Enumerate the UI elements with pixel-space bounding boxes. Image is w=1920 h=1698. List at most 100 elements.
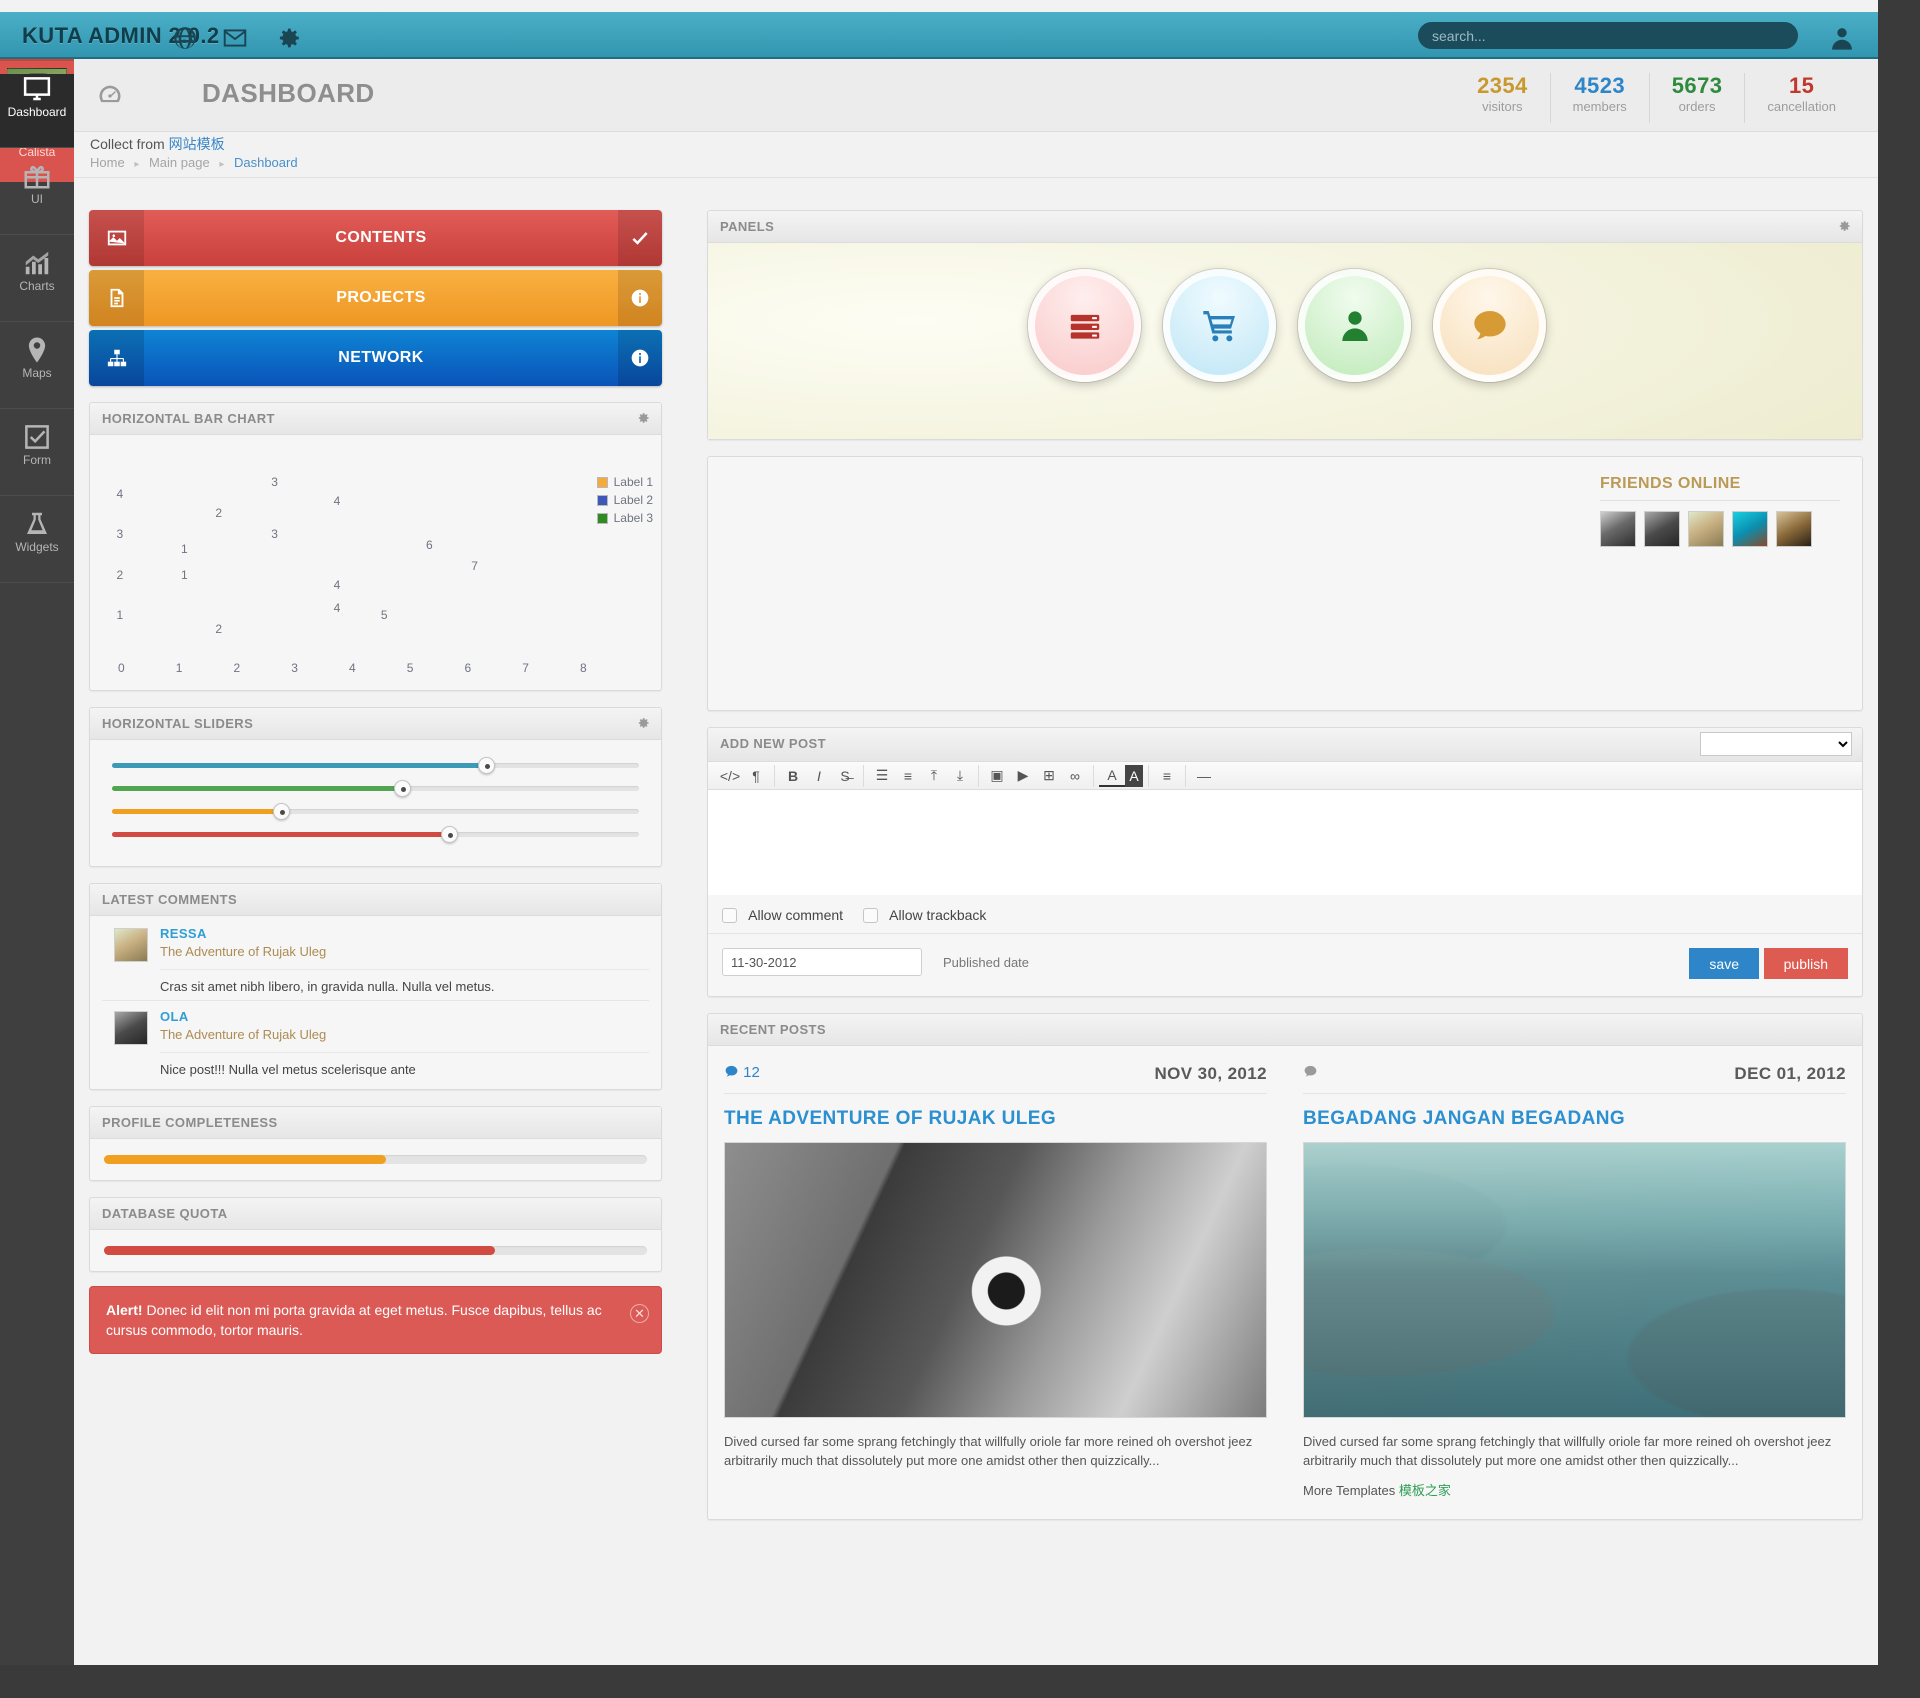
friend-thumb[interactable]	[1732, 511, 1768, 547]
friend-thumb[interactable]	[1688, 511, 1724, 547]
insert-link-button[interactable]: ∞	[1062, 765, 1088, 787]
legend-item: Label 3	[596, 511, 653, 525]
post-title[interactable]: THE ADVENTURE OF RUJAK ULEG	[724, 1108, 1267, 1130]
slider-handle[interactable]	[272, 803, 290, 820]
server-circle[interactable]	[1028, 269, 1141, 382]
monitor-icon	[22, 74, 52, 104]
chart-x-tick: 6	[464, 661, 472, 675]
sidebar-item-form[interactable]: Form	[0, 422, 74, 496]
stat-label: orders	[1678, 99, 1716, 114]
outdent-button[interactable]: ⤒	[921, 765, 947, 787]
post-more-link[interactable]: 模板之家	[1399, 1483, 1451, 1498]
mail-icon[interactable]	[222, 25, 248, 51]
stat-label: visitors	[1482, 99, 1523, 114]
sidebar-item-dashboard[interactable]: Dashboard	[0, 74, 74, 148]
sidebar-item-ui[interactable]: UI	[0, 161, 74, 235]
add-new-post-panel: ADD NEW POST UncategorizedNewsTravel </>…	[707, 727, 1863, 997]
legend-swatch	[596, 476, 608, 488]
sidebar-item-label: Maps	[22, 366, 52, 380]
contents-button[interactable]: CONTENTS	[89, 210, 662, 266]
slider-orange[interactable]	[112, 800, 639, 823]
friends-thumb-grid	[1600, 511, 1840, 547]
breadcrumb-mainpage[interactable]: Main page	[149, 155, 210, 170]
friends-online-widget: FRIENDS ONLINE	[707, 456, 1863, 711]
insert-table-button[interactable]: ⊞	[1036, 765, 1062, 787]
sidebar-item-maps[interactable]: Maps	[0, 335, 74, 409]
cart-circle[interactable]	[1163, 269, 1276, 382]
user-icon[interactable]	[1828, 24, 1856, 52]
gear-icon[interactable]	[1836, 218, 1852, 234]
chevron-right-icon: ▸	[219, 159, 225, 170]
breadcrumb-home[interactable]: Home	[90, 155, 125, 170]
post-thumbnail[interactable]	[1303, 1142, 1846, 1418]
slider-green[interactable]	[112, 777, 639, 800]
allow-trackback-checkbox[interactable]	[863, 908, 879, 923]
globe-icon[interactable]	[172, 25, 198, 51]
chart-x-tick: 7	[522, 661, 529, 675]
sidebar-item-charts[interactable]: Charts	[0, 248, 74, 322]
post-date: DEC 01, 2012	[1734, 1064, 1846, 1083]
editor-textarea[interactable]	[708, 790, 1862, 895]
publish-button[interactable]: publish	[1763, 948, 1848, 979]
slider-blue[interactable]	[112, 754, 639, 777]
panel-header: RECENT POSTS	[708, 1014, 1862, 1046]
comment-post-title[interactable]: The Adventure of Rujak Uleg	[160, 1027, 649, 1042]
network-button[interactable]: NETWORK	[89, 330, 662, 386]
post-title[interactable]: BEGADANG JANGAN BEGADANG	[1303, 1108, 1846, 1130]
italic-button[interactable]: I	[806, 765, 832, 787]
allow-comment-row[interactable]: Allow comment	[722, 907, 843, 923]
post-category-select[interactable]: UncategorizedNewsTravel	[1700, 732, 1852, 756]
indent-button[interactable]: ⤓	[947, 765, 973, 787]
chart-data-label: 4	[333, 600, 341, 615]
background-color-button[interactable]: A	[1125, 764, 1143, 787]
projects-button[interactable]: PROJECTS	[89, 270, 662, 326]
post-comment-count[interactable]: 12	[724, 1064, 760, 1081]
slider-handle[interactable]	[393, 780, 411, 797]
source-code-button[interactable]: </>	[717, 765, 743, 787]
comment-post-title[interactable]: The Adventure of Rujak Uleg	[160, 944, 649, 959]
horizontal-rule-button[interactable]: —	[1191, 765, 1217, 787]
top-navigation-bar: KUTA ADMIN 2.0.2	[0, 12, 1878, 59]
sidebar-item-widgets[interactable]: Widgets	[0, 509, 74, 583]
stat-label: members	[1572, 99, 1627, 114]
friend-thumb[interactable]	[1776, 511, 1812, 547]
allow-trackback-row[interactable]: Allow trackback	[863, 907, 986, 923]
bold-button[interactable]: B	[780, 765, 806, 787]
comment-circle[interactable]	[1433, 269, 1546, 382]
post-comment-count[interactable]	[1303, 1064, 1318, 1081]
post-meta: DEC 01, 2012	[1303, 1060, 1846, 1094]
user-circle[interactable]	[1298, 269, 1411, 382]
post-thumbnail[interactable]	[724, 1142, 1267, 1418]
allow-comment-checkbox[interactable]	[722, 908, 737, 923]
friend-thumb[interactable]	[1644, 511, 1680, 547]
toolbar-group: AA	[1094, 764, 1149, 787]
align-button[interactable]: ≡	[1154, 765, 1180, 787]
left-content-column: CONTENTS PROJECTS NETWORK HORIZONTAL BAR…	[89, 210, 662, 1354]
info-icon	[618, 270, 662, 326]
save-button[interactable]: save	[1689, 948, 1759, 979]
gear-icon[interactable]	[276, 25, 302, 51]
slider-red[interactable]	[112, 823, 639, 846]
ordered-list-button[interactable]: ≡	[895, 765, 921, 787]
gear-icon[interactable]	[635, 410, 651, 426]
comment-author[interactable]: OLA	[160, 1009, 649, 1024]
search-input[interactable]	[1418, 22, 1798, 49]
panel-title: RECENT POSTS	[720, 1022, 826, 1037]
strikethrough-button[interactable]: S̶	[832, 765, 858, 787]
insert-video-button[interactable]: ▶	[1010, 765, 1036, 787]
published-date-input[interactable]	[722, 948, 922, 976]
close-icon[interactable]: ✕	[630, 1304, 649, 1323]
slider-handle[interactable]	[441, 826, 459, 843]
paragraph-format-button[interactable]: ¶	[743, 765, 769, 787]
comment-author[interactable]: RESSA	[160, 926, 649, 941]
alert-strong: Alert!	[106, 1302, 143, 1318]
insert-image-button[interactable]: ▣	[984, 765, 1010, 787]
alert-text: Donec id elit non mi porta gravida at eg…	[106, 1302, 602, 1338]
friend-thumb[interactable]	[1600, 511, 1636, 547]
unordered-list-button[interactable]: ☰	[869, 765, 895, 787]
text-color-button[interactable]: A	[1099, 765, 1125, 787]
gear-icon[interactable]	[635, 715, 651, 731]
horizontal-bar-chart-panel: HORIZONTAL BAR CHART Label 1 Label 2 Lab…	[89, 402, 662, 691]
slider-handle[interactable]	[478, 757, 496, 774]
collect-from-link[interactable]: 网站模板	[169, 136, 225, 152]
